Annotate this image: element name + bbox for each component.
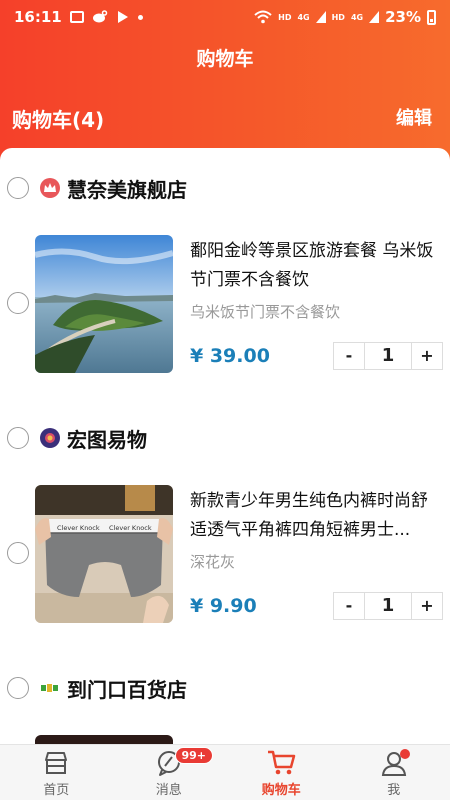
net-4g-2: 4G bbox=[350, 12, 364, 22]
product-price: ¥ 9.90 bbox=[190, 595, 257, 617]
net-hd-2: HD bbox=[331, 12, 345, 22]
quantity-stepper: - 1 + bbox=[333, 592, 443, 620]
brand-text-1: Clever Knock bbox=[57, 524, 100, 532]
cart-list[interactable]: 慧奈美旗舰店 鄱阳金岭等景区旅游套餐 乌米饭节门票不含餐饮 乌米饭节门票不含餐饮… bbox=[0, 148, 450, 744]
store-logo-icon bbox=[40, 428, 60, 448]
notification-dot bbox=[137, 14, 143, 20]
edit-button[interactable]: 编辑 bbox=[396, 104, 432, 130]
store-header: 宏图易物 bbox=[0, 420, 450, 456]
net-hd-1: HD bbox=[278, 12, 292, 22]
quantity-value[interactable]: 1 bbox=[364, 343, 412, 369]
signal-icon bbox=[315, 11, 326, 23]
landscape-photo bbox=[35, 235, 173, 373]
increase-button[interactable]: + bbox=[412, 343, 442, 369]
store-name[interactable]: 宏图易物 bbox=[67, 424, 147, 453]
product-price: ¥ 39.00 bbox=[190, 345, 270, 367]
store-select-radio[interactable] bbox=[7, 677, 29, 699]
wifi-icon bbox=[254, 10, 272, 24]
product-image-partial bbox=[35, 735, 173, 744]
status-time: 16:11 bbox=[14, 8, 62, 26]
store-name[interactable]: 到门口百货店 bbox=[67, 674, 187, 703]
brand-text-2: Clever Knock bbox=[109, 524, 152, 532]
decrease-button[interactable]: - bbox=[334, 593, 364, 619]
store-select-radio[interactable] bbox=[7, 427, 29, 449]
quantity-stepper: - 1 + bbox=[333, 342, 443, 370]
tab-me[interactable]: 我 bbox=[338, 745, 450, 800]
decrease-button[interactable]: - bbox=[334, 343, 364, 369]
page-title: 购物车 bbox=[196, 48, 254, 70]
store-header: 到门口百货店 bbox=[0, 670, 450, 706]
product-title[interactable]: 新款青少年男生纯色内裤时尚舒适透气平角裤四角短裤男士... bbox=[190, 487, 440, 545]
cart-count: 购物车(4) bbox=[12, 108, 105, 132]
message-badge: 99+ bbox=[174, 747, 214, 764]
notification-dot bbox=[399, 749, 410, 759]
weibo-icon bbox=[92, 10, 107, 23]
status-left: 16:11 bbox=[14, 8, 143, 26]
tab-label: 消息 bbox=[155, 783, 182, 798]
tab-messages[interactable]: 99+ 消息 bbox=[113, 745, 226, 800]
product-spec[interactable]: 乌米饭节门票不含餐饮 bbox=[190, 301, 340, 322]
cart-icon bbox=[268, 750, 296, 775]
product-image[interactable] bbox=[35, 235, 173, 373]
battery-icon bbox=[427, 9, 436, 25]
cart-item: 鄱阳金岭等景区旅游套餐 乌米饭节门票不含餐饮 乌米饭节门票不含餐饮 ¥ 39.0… bbox=[0, 235, 450, 375]
item-select-radio[interactable] bbox=[7, 292, 29, 314]
underwear-photo: Clever Knock Clever Knock bbox=[35, 485, 173, 623]
item-select-radio[interactable] bbox=[7, 542, 29, 564]
flag-icon bbox=[117, 11, 128, 23]
tab-label: 首页 bbox=[43, 783, 70, 798]
product-title[interactable]: 鄱阳金岭等景区旅游套餐 乌米饭节门票不含餐饮 bbox=[190, 237, 440, 295]
tab-cart[interactable]: 购物车 bbox=[225, 745, 338, 800]
product-spec[interactable]: 深花灰 bbox=[190, 551, 235, 572]
tab-home[interactable]: 首页 bbox=[0, 745, 113, 800]
status-bar: 16:11 HD 4G HD 4G 23% bbox=[0, 0, 450, 34]
increase-button[interactable]: + bbox=[412, 593, 442, 619]
tab-label: 购物车 bbox=[261, 783, 301, 798]
store-header: 慧奈美旗舰店 bbox=[0, 170, 450, 206]
net-4g-1: 4G bbox=[297, 12, 310, 22]
gallery-icon bbox=[69, 11, 84, 23]
store-name[interactable]: 慧奈美旗舰店 bbox=[67, 174, 187, 203]
cart-item: Clever Knock Clever Knock 新款青少年男生纯色内裤时尚舒… bbox=[0, 485, 450, 625]
signal-icon bbox=[369, 11, 380, 23]
battery-text: 23% bbox=[385, 8, 421, 26]
quantity-value[interactable]: 1 bbox=[364, 593, 412, 619]
crown-icon bbox=[40, 178, 60, 198]
bottom-tab-bar: 首页 99+ 消息 购物车 我 bbox=[0, 744, 450, 800]
product-image[interactable]: Clever Knock Clever Knock bbox=[35, 485, 173, 623]
store-icon bbox=[45, 752, 68, 774]
status-right: HD 4G HD 4G 23% bbox=[254, 8, 436, 26]
store-select-radio[interactable] bbox=[7, 177, 29, 199]
store-logo-icon bbox=[40, 678, 60, 698]
tab-label: 我 bbox=[387, 783, 401, 798]
